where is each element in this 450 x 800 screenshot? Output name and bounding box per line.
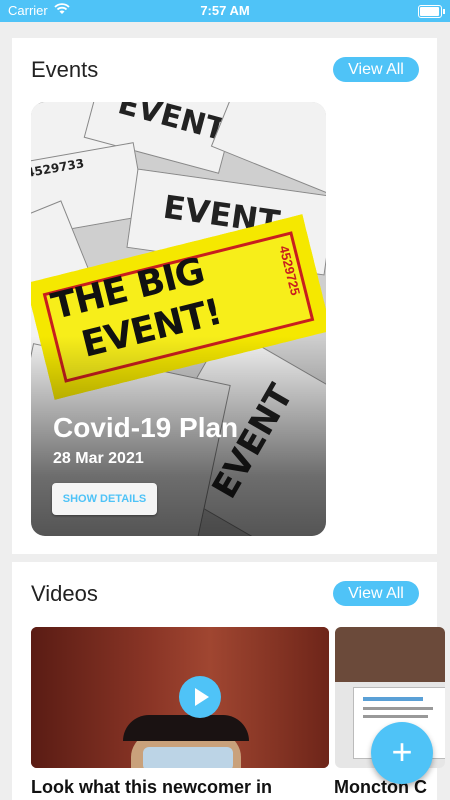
clock: 7:57 AM bbox=[200, 3, 250, 18]
battery-icon bbox=[418, 5, 445, 18]
event-title: Covid-19 Plan bbox=[53, 412, 239, 443]
document-line bbox=[363, 697, 423, 701]
face-mask bbox=[143, 747, 233, 768]
play-icon[interactable] bbox=[179, 676, 221, 718]
show-details-button[interactable]: SHOW DETAILS bbox=[52, 483, 157, 515]
video-title[interactable]: Look what this newcomer in bbox=[31, 777, 329, 798]
document-line bbox=[363, 715, 428, 718]
document-line bbox=[363, 707, 433, 710]
event-card[interactable]: EVENT 4529733 EVENT EVENT THE BIG EVENT!… bbox=[31, 102, 326, 536]
videos-title: Videos bbox=[31, 581, 98, 606]
video-title[interactable]: Moncton C bbox=[334, 777, 437, 798]
add-button[interactable]: + bbox=[371, 722, 433, 784]
status-bar: Carrier 7:57 AM bbox=[0, 0, 450, 22]
events-view-all-button[interactable]: View All bbox=[333, 57, 419, 82]
videos-view-all-button[interactable]: View All bbox=[333, 581, 419, 606]
events-section: Events View All EVENT 4529733 EVENT EVEN… bbox=[12, 38, 437, 554]
event-date: 28 Mar 2021 bbox=[53, 450, 144, 467]
events-title: Events bbox=[31, 57, 99, 82]
video-thumbnail[interactable] bbox=[31, 627, 329, 768]
person-hair bbox=[123, 715, 249, 741]
